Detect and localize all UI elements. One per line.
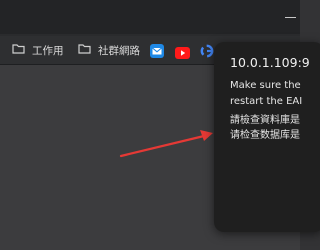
browser-title-bar (0, 0, 300, 34)
red-arrow-annotation (119, 130, 213, 158)
popup-message-line: Make sure the (230, 80, 301, 91)
popup-message-line: restart the EAI (230, 96, 303, 107)
youtube-icon[interactable] (175, 44, 190, 63)
minimize-window-button[interactable] (282, 0, 300, 34)
popup-message-line: 請檢查資料庫是 (230, 115, 300, 126)
site-info-popup: 10.0.1.109:9 Make sure the restart the E… (214, 42, 320, 232)
bookmark-folder-work[interactable]: 工作用 (12, 36, 64, 64)
google-icon[interactable] (200, 43, 214, 62)
folder-icon (78, 43, 91, 57)
mail-icon[interactable] (150, 43, 164, 62)
bookmark-folder-social[interactable]: 社群網路 (78, 36, 140, 64)
bookmark-label: 工作用 (32, 44, 64, 57)
bookmark-label: 社群網路 (98, 44, 140, 57)
popup-message-line: 请检查数据库是 (230, 130, 300, 141)
folder-icon (12, 43, 25, 57)
popup-title: 10.0.1.109:9 (230, 55, 310, 70)
